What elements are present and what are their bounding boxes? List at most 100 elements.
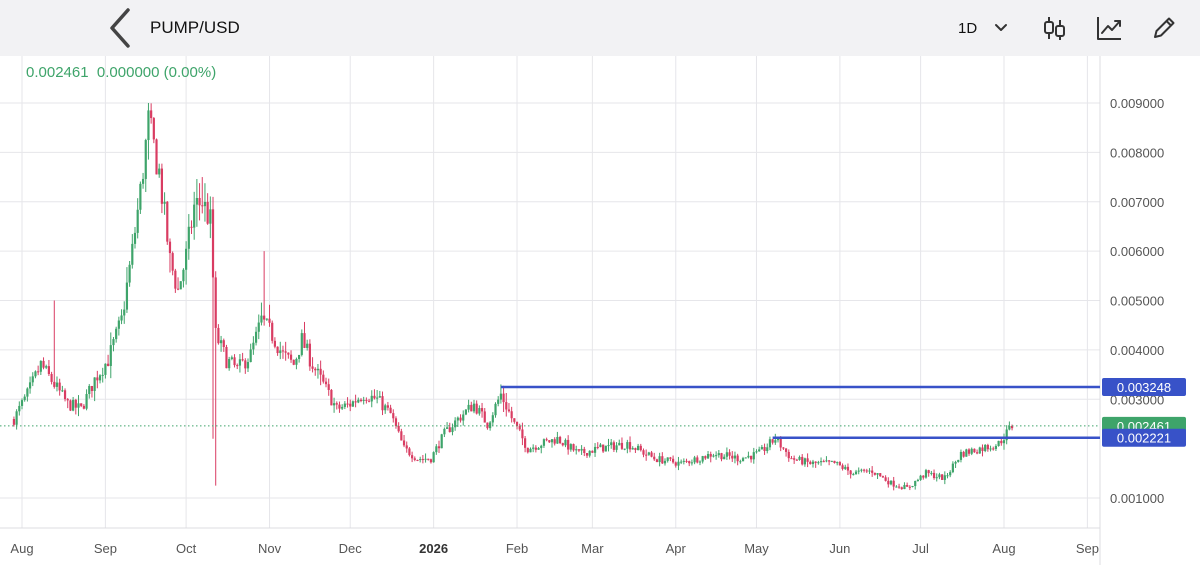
- candle-body-up: [298, 354, 301, 359]
- candle-body-up: [532, 447, 535, 449]
- candle-body-down: [927, 470, 930, 474]
- candle-body-up: [550, 439, 554, 443]
- candle-body-up: [935, 477, 938, 479]
- candle-body-down: [82, 405, 85, 409]
- price-chart[interactable]: 0.009000 0.008000 0.007000 0.006000 0.005000…: [0, 56, 1200, 565]
- candle-body-up: [798, 456, 801, 460]
- candle-body-up: [141, 178, 145, 184]
- candle-body-down: [437, 446, 441, 449]
- candle-body-down: [217, 327, 220, 344]
- candle-body-up: [540, 445, 543, 449]
- timeframe-selector[interactable]: 1D: [958, 20, 977, 37]
- back-chevron-icon[interactable]: [100, 6, 140, 50]
- candle-body-down: [787, 451, 790, 459]
- candle-body-up: [903, 484, 906, 490]
- candle-body-up: [179, 281, 182, 290]
- candle-body-down: [12, 419, 16, 425]
- candle-body-up: [984, 444, 987, 451]
- candle-body-up: [631, 448, 634, 450]
- candle-body-up: [916, 479, 920, 481]
- candle-body-up: [701, 456, 704, 462]
- candle-body-up: [959, 451, 963, 460]
- candle-body-down: [287, 352, 290, 355]
- candle-body-down: [513, 418, 516, 422]
- candlestick-chart-icon[interactable]: [1040, 14, 1068, 42]
- candle-body-down: [685, 460, 688, 462]
- candle-body-up: [741, 458, 745, 462]
- candle-body-down: [171, 253, 174, 271]
- timeframe-chevron-down-icon[interactable]: [992, 18, 1010, 36]
- candle-body-down: [405, 445, 408, 449]
- candle-body-up: [965, 449, 968, 457]
- candle-body-down: [392, 413, 395, 419]
- candle-body-down: [303, 333, 306, 348]
- candle-body-down: [784, 448, 788, 452]
- candle-body-up: [580, 448, 583, 451]
- candle-body-down: [962, 451, 965, 457]
- candle-body-up: [61, 390, 64, 392]
- candle-body-down: [900, 487, 903, 490]
- candle-body-up: [588, 450, 591, 456]
- candle-body-up: [77, 403, 80, 408]
- candle-body-down: [505, 402, 508, 410]
- candle-body-up: [857, 470, 860, 472]
- candle-body-up: [228, 359, 231, 369]
- price-tick-label: 0.005000: [1110, 294, 1164, 309]
- candle-body-down: [190, 226, 193, 228]
- candle-body-down: [53, 381, 56, 387]
- candle-body-down: [881, 476, 885, 478]
- candle-body-up: [238, 359, 242, 366]
- candle-body-up: [970, 448, 973, 454]
- time-tick-label: Sep: [94, 541, 117, 556]
- candle-body-down: [324, 381, 328, 385]
- candle-body-up: [85, 394, 88, 409]
- candle-body-up: [766, 447, 769, 452]
- candle-body-up: [136, 209, 139, 233]
- candle-body-down: [394, 418, 398, 426]
- candle-body-down: [176, 288, 180, 290]
- candle-body-up: [825, 460, 828, 462]
- candle-body-down: [892, 480, 895, 487]
- candle-body-down: [263, 315, 266, 320]
- candle-body-down: [908, 486, 911, 488]
- candle-body-up: [332, 403, 336, 406]
- candle-body-up: [112, 339, 115, 346]
- candle-body-down: [211, 209, 215, 278]
- candle-body-up: [120, 315, 123, 321]
- candle-body-down: [1000, 440, 1003, 444]
- candle-body-up: [599, 444, 602, 448]
- candle-body-down: [47, 366, 51, 375]
- candle-body-down: [271, 322, 274, 341]
- candle-body-down: [289, 354, 293, 360]
- candle-body-down: [330, 389, 333, 406]
- candle-body-up: [187, 226, 190, 249]
- candle-body-down: [932, 472, 936, 478]
- candle-body-up: [125, 282, 129, 310]
- candle-body-down: [871, 470, 874, 473]
- candle-body-up: [666, 457, 669, 461]
- candle-body-down: [69, 400, 72, 411]
- candle-body-down: [365, 399, 368, 401]
- candle-body-down: [319, 368, 322, 375]
- drawing-pencil-icon[interactable]: [1150, 14, 1178, 42]
- candle-body-down: [427, 458, 430, 460]
- candle-body-up: [341, 406, 344, 409]
- candle-body-down: [354, 401, 357, 403]
- candle-body-up: [467, 404, 470, 410]
- candle-body-up: [260, 315, 263, 323]
- candle-body-down: [284, 351, 287, 353]
- candle-body-down: [545, 439, 548, 441]
- candle-body-down: [507, 409, 511, 412]
- candle-body-down: [63, 390, 67, 400]
- candle-body-up: [951, 463, 954, 473]
- indicators-trend-icon[interactable]: [1095, 14, 1123, 42]
- candle-body-up: [744, 457, 747, 459]
- symbol-title[interactable]: PUMP/USD: [150, 18, 240, 38]
- candle-body-up: [647, 452, 650, 455]
- candle-body-down: [402, 440, 406, 446]
- candle-body-down: [728, 452, 731, 456]
- candle-body-up: [680, 461, 683, 463]
- candle-body-up: [219, 340, 223, 344]
- candle-body-down: [349, 403, 352, 407]
- candle-body-up: [193, 204, 196, 228]
